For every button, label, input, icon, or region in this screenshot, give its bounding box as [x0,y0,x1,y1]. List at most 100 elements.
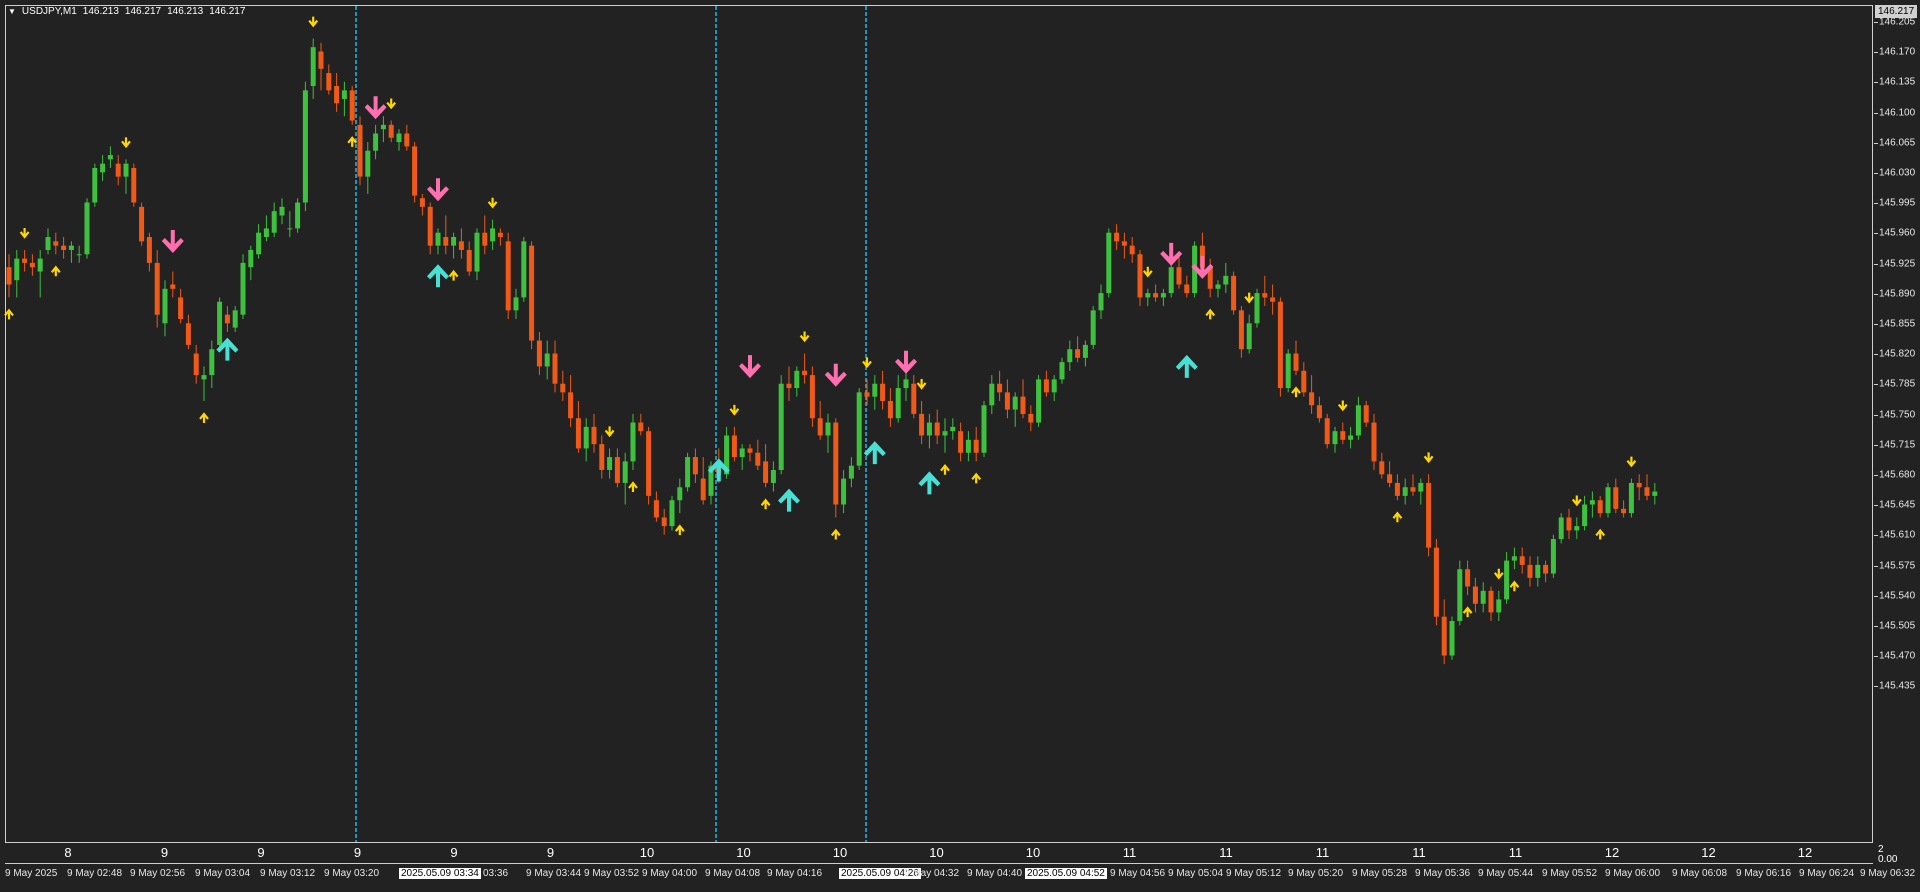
price-label: 145.750 [1879,409,1916,421]
candle-body [1121,241,1127,246]
vertical-marker-lines [355,6,867,843]
candle-body [1488,590,1494,613]
candle-body [1285,353,1291,389]
symbol-name: USDJPY,M1 [21,6,77,17]
candle-body [53,241,59,246]
candle-body [451,237,457,246]
candle-body [37,258,43,272]
cyan-buy-arrow [427,264,449,288]
candle-body [622,461,628,483]
price-tick [1874,535,1878,537]
candle-body [217,301,223,345]
price-tick [1874,112,1878,114]
candle-body [575,418,581,449]
price-label: 145.890 [1879,288,1916,300]
candle-body [1363,405,1369,423]
yellow-up-arrow [971,472,982,484]
candle-body [84,202,90,255]
candle-body [349,90,355,121]
time-label: 9 May 02:48 [67,868,123,879]
candle-body [747,448,753,453]
candle-body [279,206,285,216]
candle-body [942,431,948,436]
time-scale[interactable]: 8 9 9 9 9 9 10 10 10 10 10 11 11 11 11 11 12 12 12 9 May 20… [5,843,1915,892]
candle-body [474,232,480,272]
candle-body [68,245,74,250]
candle-body [14,258,20,281]
cyan-buy-arrow [918,471,941,495]
candle-body [404,133,410,147]
candle-body [692,457,698,475]
candle-body [653,500,659,518]
candle-body [1410,487,1416,492]
candle-body [1550,539,1556,574]
yellow-up-arrow [50,265,61,277]
time-marker-label: 2025.05.09 04:52 [1025,868,1107,879]
collapse-triangle-icon[interactable]: ▼ [8,7,16,16]
candle-body [1106,232,1112,294]
price-label: 145.645 [1879,499,1916,511]
candle-body [1098,293,1104,311]
candle-body [1433,547,1439,617]
time-label: 9 May 03:20 [324,868,380,879]
yellow-down-arrow [121,137,131,149]
candle-body [1309,392,1315,406]
price-label: 145.785 [1879,378,1916,390]
yellow-down-arrow [19,227,30,239]
candle-body [1621,508,1627,514]
price-tick [1874,384,1878,386]
yellow-up-arrow [1509,580,1520,592]
yellow-up-arrow [199,412,209,423]
pink-sell-arrow [739,355,761,379]
pink-sell-arrow [364,96,387,120]
candle-body [1558,517,1564,540]
candle-body [864,392,870,397]
price-label: 145.435 [1879,680,1916,692]
price-chart[interactable] [0,0,1920,892]
candle-body [1067,349,1073,363]
candle-body [1301,370,1307,393]
session-label: 11 [1219,845,1233,860]
candle-body [1348,435,1354,440]
candle-body [1082,344,1088,358]
candle-body [731,435,737,458]
candle-body [29,262,35,268]
price-label: 145.715 [1879,439,1916,451]
candle-body [1075,349,1081,358]
time-label: 9 May 03:12 [260,868,316,879]
yellow-down-arrow [308,16,319,28]
yellow-down-arrow [1423,452,1434,464]
candle-body [638,422,644,432]
candle-body [1270,297,1276,302]
yellow-down-arrow [1244,292,1255,304]
yellow-up-arrow [4,308,14,320]
candle-body [154,262,160,315]
candle-body [997,383,1003,393]
yellow-down-arrow [1493,568,1504,580]
time-label: 9 May 05:36 [1415,868,1471,879]
candle-body [981,405,987,453]
symbol-info: ▼ USDJPY,M1 146.213 146.217 146.213 146.… [8,6,245,17]
candle-body [240,262,246,315]
candle-body [926,422,932,436]
price-label: 145.820 [1879,348,1916,360]
yellow-down-arrow [729,404,740,416]
candle-body [1418,482,1424,492]
candle-body [201,375,207,380]
candle-body [903,379,909,389]
yellow-up-arrow [830,528,841,540]
price-tick [1874,354,1878,356]
candle-body [123,163,129,177]
candle-body [1589,500,1595,505]
yellow-down-arrow [862,357,872,369]
price-label: 146.030 [1879,167,1916,179]
time-label: 9 May 04:40 [967,868,1023,879]
candle-body [755,452,761,466]
candle-body [521,241,527,298]
candle-body [334,86,340,104]
candle-body [107,155,113,160]
price-scale[interactable]: 146.217 146.205 146.170 146.135 146.100 146.… [1874,5,1920,843]
candle-body [1254,293,1260,324]
time-label: 9 May 04:08 [705,868,761,879]
price-tick [1874,203,1878,205]
